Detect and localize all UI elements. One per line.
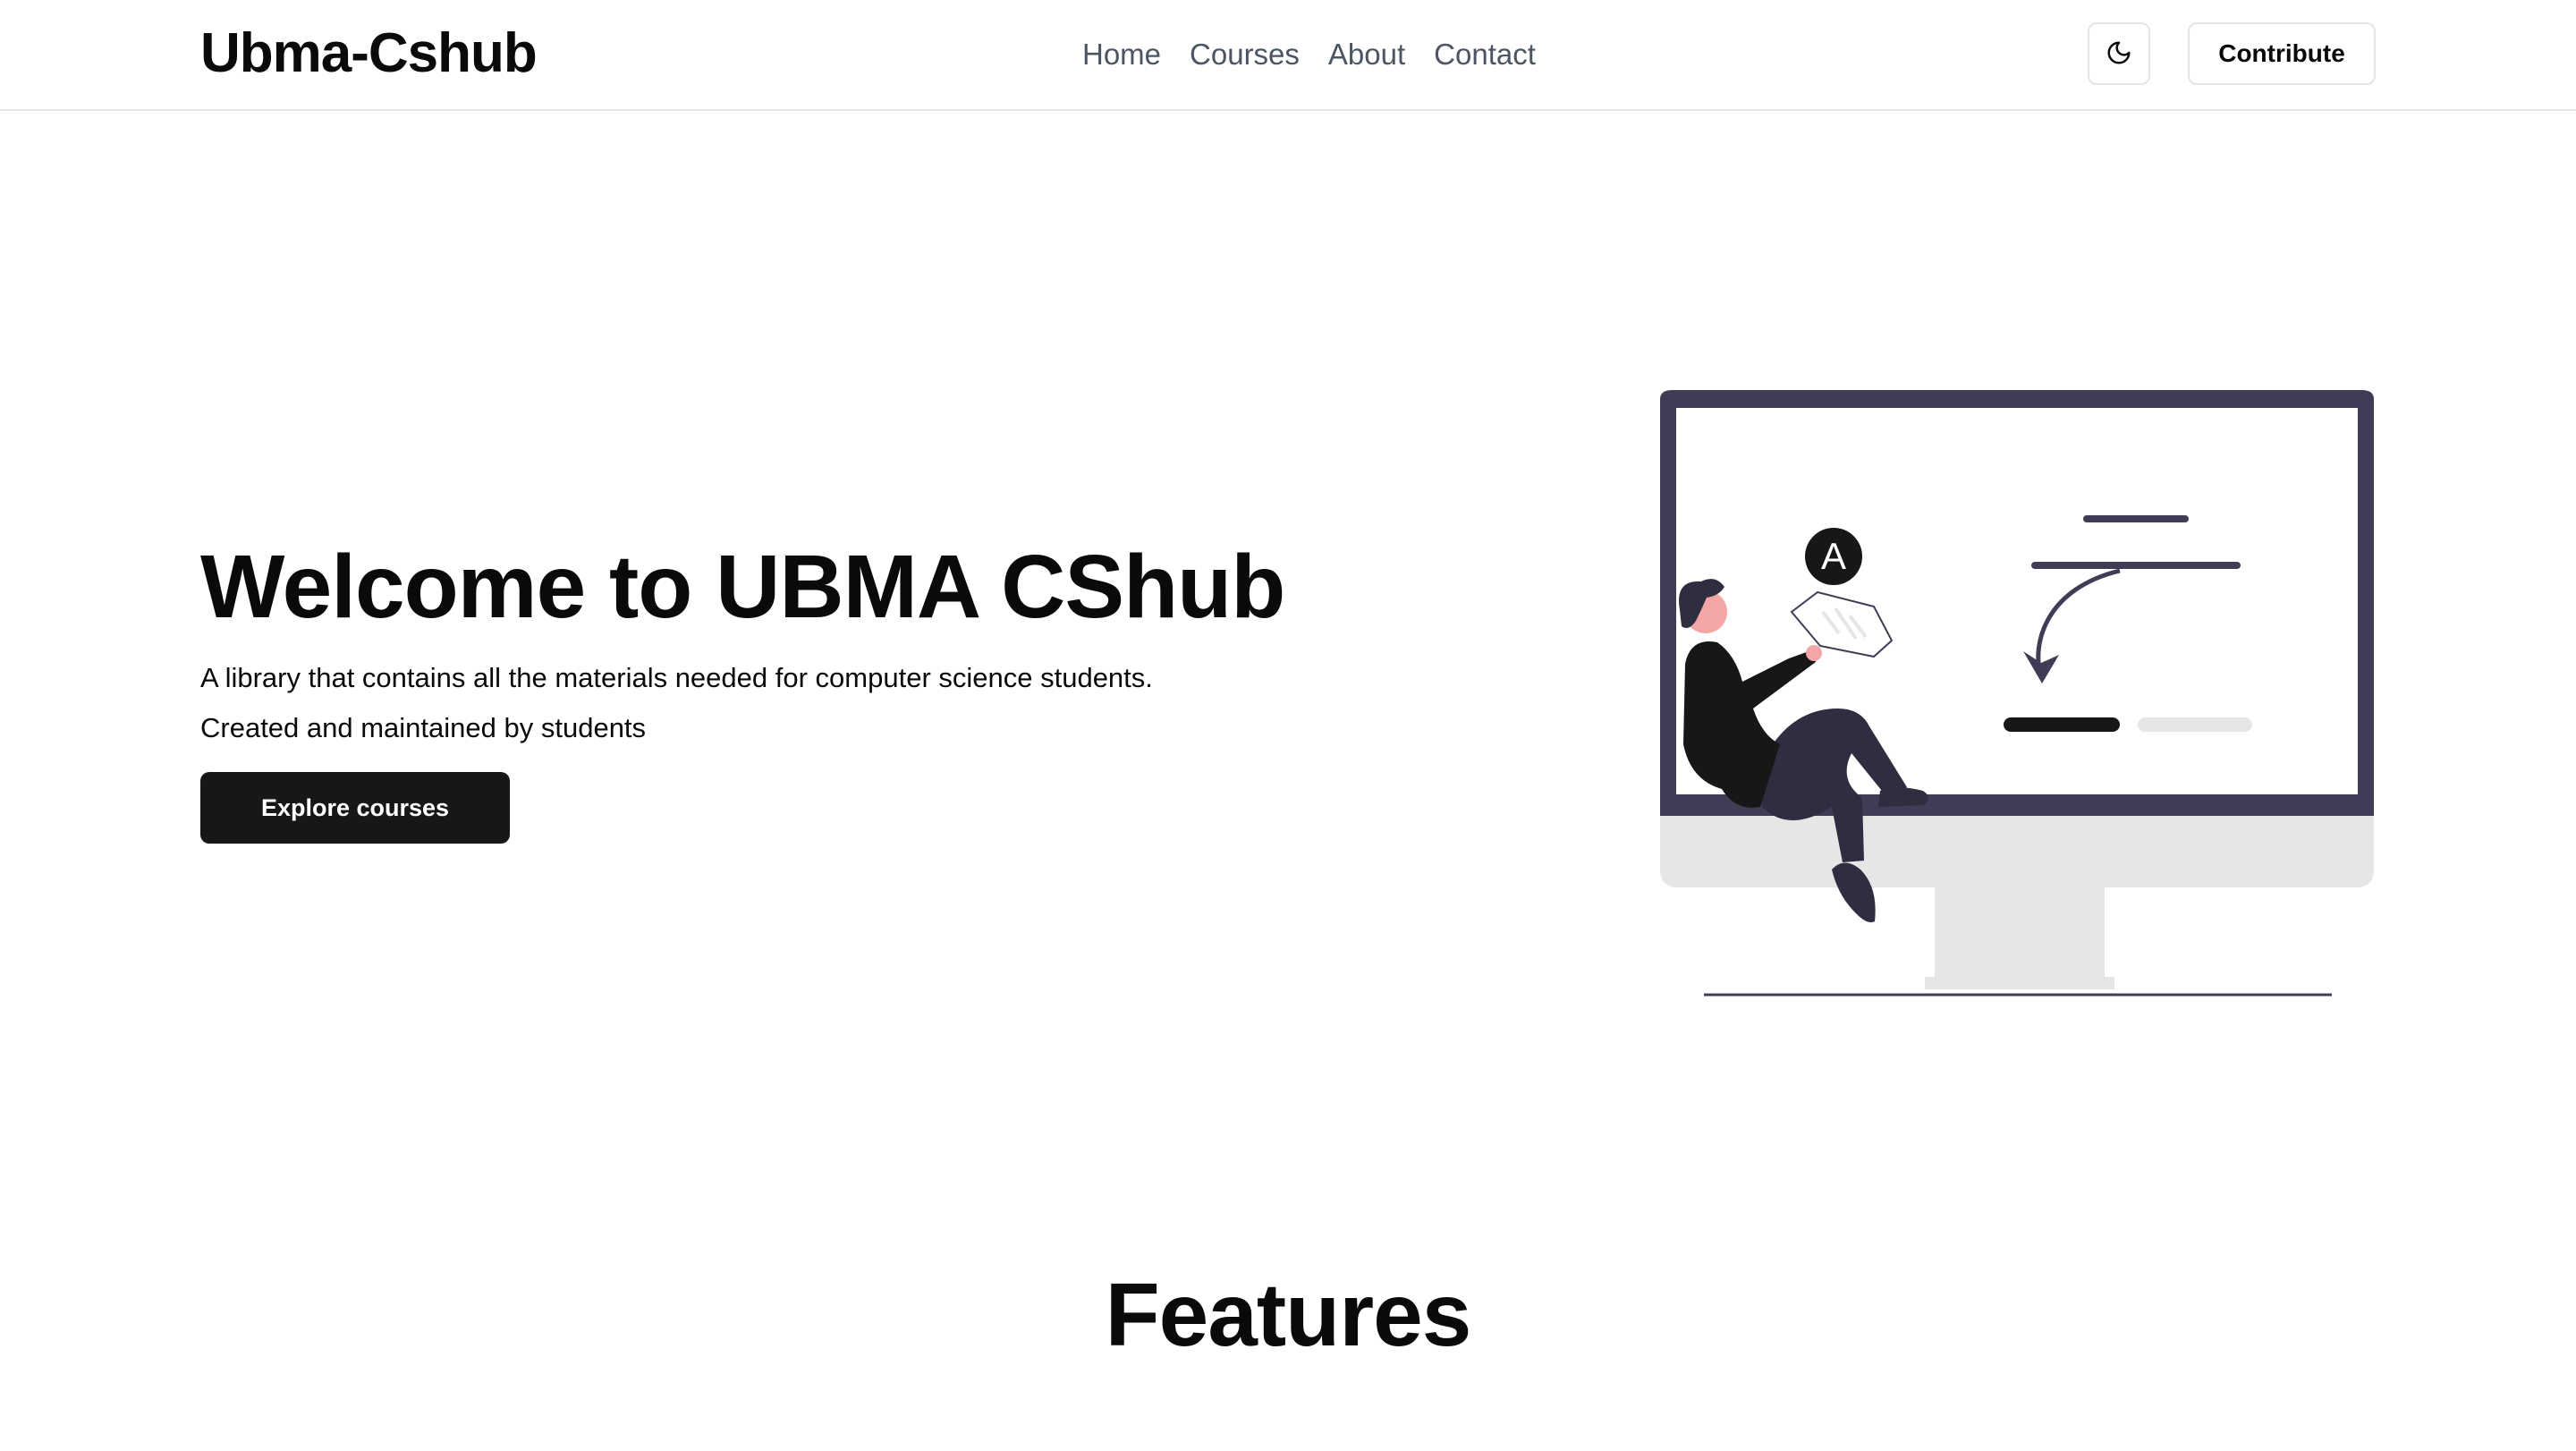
screen-line [2031,562,2241,569]
screen-line [2083,515,2189,522]
nav-contact-link[interactable]: Contact [1434,34,1536,75]
hero-illustration: A [1655,386,2379,1004]
screen-bar-dark [2004,717,2120,732]
moon-icon [2106,39,2132,69]
hero-description-line: Created and maintained by students [200,712,647,743]
hero-description-line: A library that contains all the material… [200,662,1153,693]
monitor-stand [1935,887,2105,986]
nav-about-link[interactable]: About [1328,34,1405,75]
nav-courses-link[interactable]: Courses [1190,34,1300,75]
hero-description: A library that contains all the material… [200,653,1153,753]
explore-courses-button[interactable]: Explore courses [200,772,510,844]
letter-badge-label: A [1821,535,1846,577]
theme-toggle-button[interactable] [2088,22,2150,85]
main-nav: Home Courses About Contact [1082,34,1536,75]
person-hand [1806,645,1822,661]
features-heading: Features [1105,1265,1472,1365]
monitor-foot [1925,977,2114,989]
monitor-screen [1676,408,2358,794]
monitor-chin [1660,816,2374,887]
brand-logo[interactable]: Ubma-Cshub [200,21,538,86]
top-navbar: Ubma-Cshub Home Courses About Contact Co… [0,0,2576,111]
contribute-button[interactable]: Contribute [2188,22,2376,85]
nav-home-link[interactable]: Home [1082,34,1161,75]
screen-bar-light [2138,717,2252,732]
hero-title: Welcome to UBMA CShub [200,537,1285,637]
